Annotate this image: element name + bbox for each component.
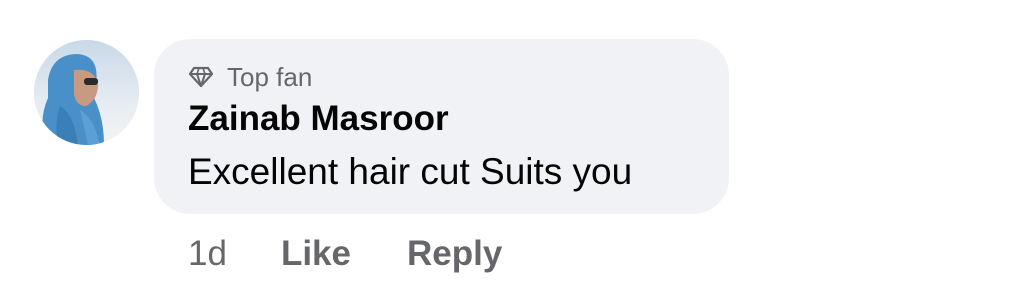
top-fan-badge: Top fan [188, 61, 312, 93]
avatar-image [34, 40, 139, 145]
comment-bubble: Top fan Zainab Masroor Excellent hair cu… [154, 39, 729, 214]
diamond-icon [188, 66, 214, 88]
comment-text: Excellent hair cut Suits you [188, 151, 633, 192]
like-button[interactable]: Like [281, 234, 351, 274]
comment-actions: 1d Like Reply [188, 232, 558, 276]
badge-label: Top fan [227, 62, 313, 92]
timestamp[interactable]: 1d [188, 234, 227, 274]
reply-button[interactable]: Reply [407, 234, 502, 274]
comment-item: Top fan Zainab Masroor Excellent hair cu… [0, 0, 1024, 295]
avatar[interactable] [34, 40, 139, 145]
author-name[interactable]: Zainab Masroor [188, 97, 449, 141]
